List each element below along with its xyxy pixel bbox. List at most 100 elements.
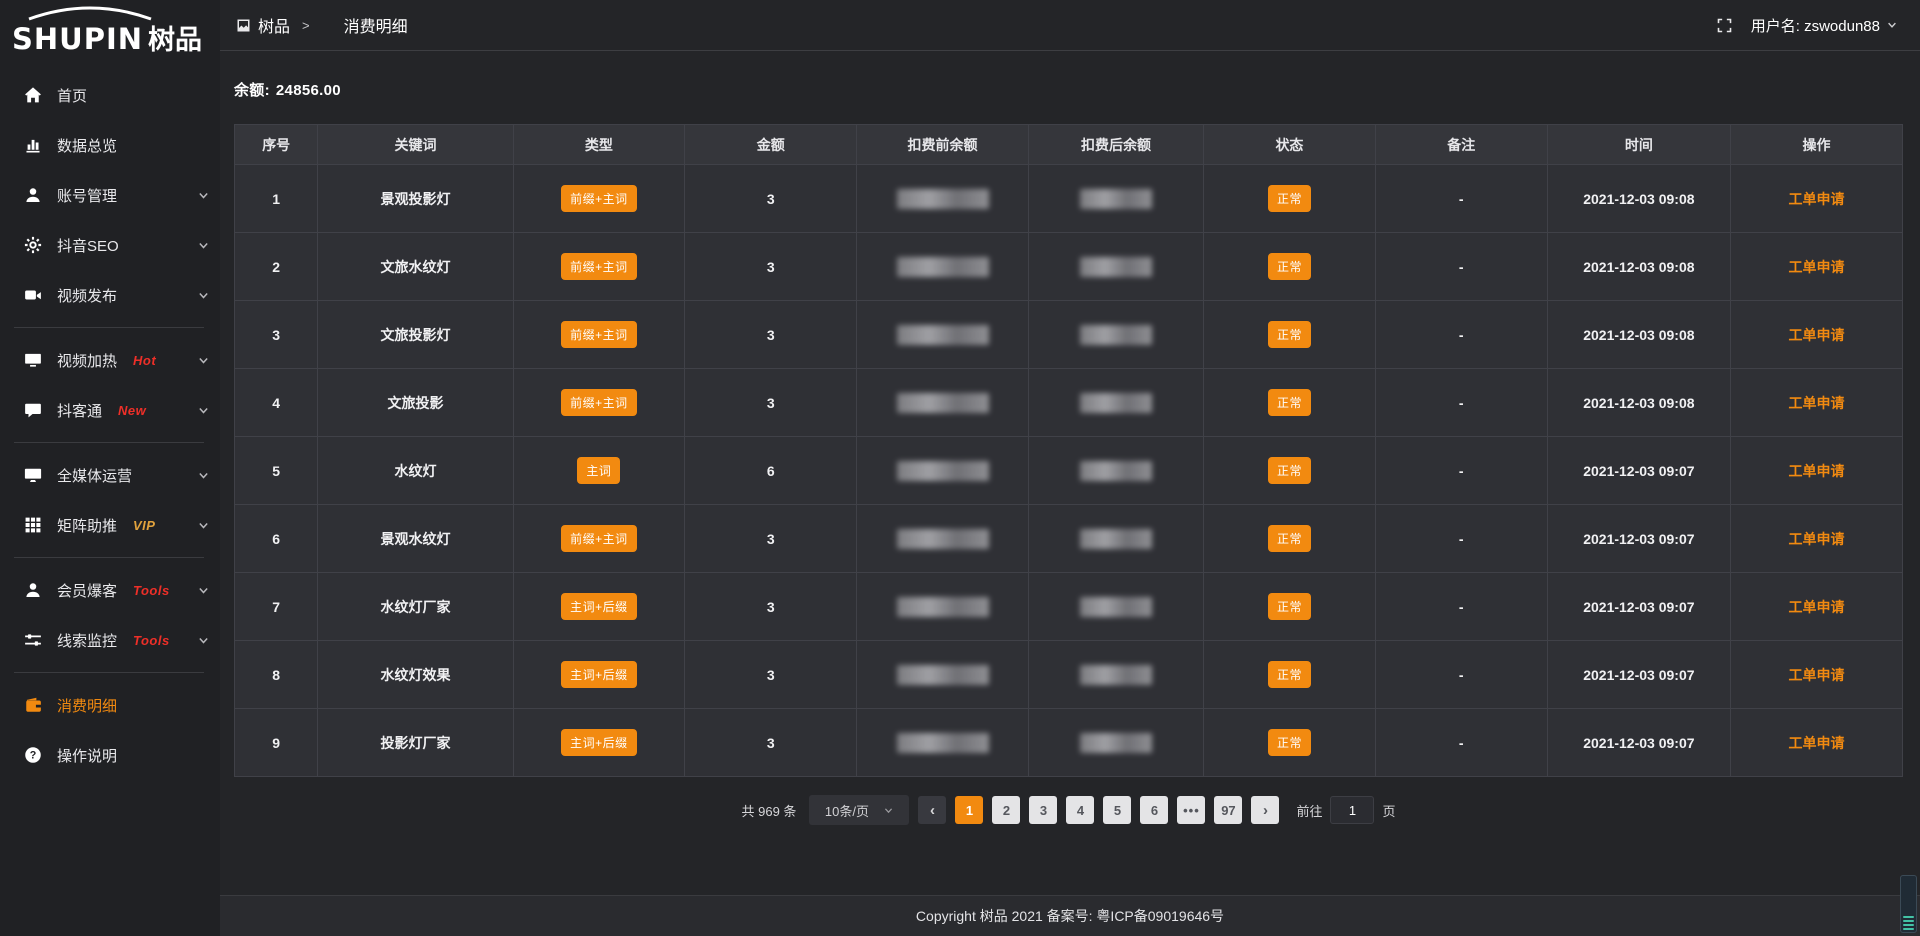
prev-page-button[interactable]: ‹ — [918, 796, 946, 824]
chart-icon — [24, 136, 42, 154]
cell-action: 工单申请 — [1731, 165, 1903, 233]
sidebar-item-label: 消费明细 — [57, 695, 117, 716]
cell-amount: 3 — [685, 165, 857, 233]
work-order-link[interactable]: 工单申请 — [1789, 463, 1845, 479]
redacted-value — [1080, 325, 1152, 345]
type-badge: 前缀+主词 — [561, 525, 637, 552]
sidebar-item-chat-6[interactable]: 抖客通 New — [0, 385, 220, 435]
cell-amount: 3 — [685, 301, 857, 369]
cell-keyword: 水纹灯厂家 — [318, 573, 513, 641]
table-row: 1 景观投影灯 前缀+主词 3 正常 - 2021-12-03 09:08 工单… — [235, 165, 1903, 233]
type-badge: 主词+后缀 — [561, 593, 637, 620]
cell-action: 工单申请 — [1731, 709, 1903, 777]
menu-divider — [14, 327, 204, 328]
cell-index: 7 — [235, 573, 318, 641]
cell-type: 主词+后缀 — [513, 573, 685, 641]
redacted-value — [897, 529, 989, 549]
work-order-link[interactable]: 工单申请 — [1789, 395, 1845, 411]
sidebar: SHUPIN 树品 首页 数据总览 账号管理 抖音SEO 视频发布 视频加热 H… — [0, 0, 220, 936]
page-button-2[interactable]: 2 — [992, 796, 1020, 824]
cell-amount: 3 — [685, 573, 857, 641]
cell-balance-before — [857, 233, 1029, 301]
sidebar-item-video-4[interactable]: 视频发布 — [0, 270, 220, 320]
logo-arc-icon — [24, 5, 156, 26]
page-button-3[interactable]: 3 — [1029, 796, 1057, 824]
status-badge: 正常 — [1268, 253, 1311, 280]
fullscreen-icon[interactable] — [1716, 17, 1733, 34]
page-size-select[interactable]: 10条/页 — [809, 795, 909, 825]
cell-index: 3 — [235, 301, 318, 369]
table-row: 3 文旅投影灯 前缀+主词 3 正常 - 2021-12-03 09:08 工单… — [235, 301, 1903, 369]
video-icon — [24, 286, 42, 304]
menu-divider — [14, 672, 204, 673]
work-order-link[interactable]: 工单申请 — [1789, 327, 1845, 343]
chevron-down-icon — [197, 354, 210, 367]
redacted-value — [897, 665, 989, 685]
page-button-97[interactable]: 97 — [1214, 796, 1242, 824]
work-order-link[interactable]: 工单申请 — [1789, 531, 1845, 547]
sidebar-item-home-0[interactable]: 首页 — [0, 70, 220, 120]
cell-balance-after — [1028, 233, 1203, 301]
work-order-link[interactable]: 工单申请 — [1789, 667, 1845, 683]
page-button-6[interactable]: 6 — [1140, 796, 1168, 824]
goto-page-input[interactable] — [1330, 796, 1374, 824]
work-order-link[interactable]: 工单申请 — [1789, 259, 1845, 275]
cell-status: 正常 — [1204, 301, 1376, 369]
sidebar-item-grid-8[interactable]: 矩阵助推 VIP — [0, 500, 220, 550]
total-count: 共 969 条 — [742, 801, 797, 820]
sidebar-item-user-9[interactable]: 会员爆客 Tools — [0, 565, 220, 615]
sidebar-item-tag: New — [118, 403, 146, 418]
chevron-down-icon — [197, 469, 210, 482]
cell-amount: 3 — [685, 233, 857, 301]
consumption-table: 序号关键词类型金额扣费前余额扣费后余额状态备注时间操作 1 景观投影灯 前缀+主… — [234, 124, 1903, 777]
username-label: 用户名: zswodun88 — [1751, 15, 1880, 36]
topbar: 树品 > 消费明细 用户名: zswodun88 — [220, 0, 1920, 51]
logo-text-cn: 树品 — [148, 27, 202, 54]
column-header: 扣费后余额 — [1028, 125, 1203, 165]
status-badge: 正常 — [1268, 525, 1311, 552]
sidebar-item-question-12[interactable]: ? 操作说明 — [0, 730, 220, 780]
column-header: 金额 — [685, 125, 857, 165]
breadcrumb-app[interactable]: 树品 — [236, 13, 290, 37]
sidebar-item-gear-3[interactable]: 抖音SEO — [0, 220, 220, 270]
work-order-link[interactable]: 工单申请 — [1789, 735, 1845, 751]
sidebar-item-user-2[interactable]: 账号管理 — [0, 170, 220, 220]
menu-divider — [14, 557, 204, 558]
cell-balance-after — [1028, 165, 1203, 233]
status-badge: 正常 — [1268, 593, 1311, 620]
cell-action: 工单申请 — [1731, 301, 1903, 369]
page-button-4[interactable]: 4 — [1066, 796, 1094, 824]
cell-balance-before — [857, 573, 1029, 641]
work-order-link[interactable]: 工单申请 — [1789, 599, 1845, 615]
sidebar-item-sliders-10[interactable]: 线索监控 Tools — [0, 615, 220, 665]
cell-action: 工单申请 — [1731, 641, 1903, 709]
sidebar-item-label: 抖音SEO — [57, 235, 119, 256]
cell-amount: 3 — [685, 369, 857, 437]
breadcrumb-current[interactable]: 消费明细 — [322, 13, 408, 37]
sidebar-item-chart-1[interactable]: 数据总览 — [0, 120, 220, 170]
column-header: 序号 — [235, 125, 318, 165]
page-button-5[interactable]: 5 — [1103, 796, 1131, 824]
cell-type: 前缀+主词 — [513, 301, 685, 369]
sliders-icon — [24, 631, 42, 649]
cell-remark: - — [1375, 165, 1547, 233]
page-ellipsis-button[interactable]: ••• — [1177, 796, 1205, 824]
cell-status: 正常 — [1204, 505, 1376, 573]
cell-type: 前缀+主词 — [513, 369, 685, 437]
cell-balance-before — [857, 641, 1029, 709]
balance-value: 24856.00 — [276, 82, 341, 99]
page-buttons: 123456 ••• 97 — [955, 796, 1242, 824]
cell-balance-before — [857, 437, 1029, 505]
next-page-button[interactable]: › — [1251, 796, 1279, 824]
screenshot-widget — [1900, 875, 1917, 933]
menu-divider — [14, 442, 204, 443]
cell-balance-before — [857, 505, 1029, 573]
page-button-1[interactable]: 1 — [955, 796, 983, 824]
sidebar-item-monitor-7[interactable]: 全媒体运营 — [0, 450, 220, 500]
sidebar-item-wallet-11[interactable]: 消费明细 — [0, 680, 220, 730]
sidebar-item-screen-5[interactable]: 视频加热 Hot — [0, 335, 220, 385]
cell-action: 工单申请 — [1731, 505, 1903, 573]
chevron-down-icon — [1886, 19, 1898, 31]
user-menu[interactable]: 用户名: zswodun88 — [1751, 15, 1898, 36]
work-order-link[interactable]: 工单申请 — [1789, 191, 1845, 207]
